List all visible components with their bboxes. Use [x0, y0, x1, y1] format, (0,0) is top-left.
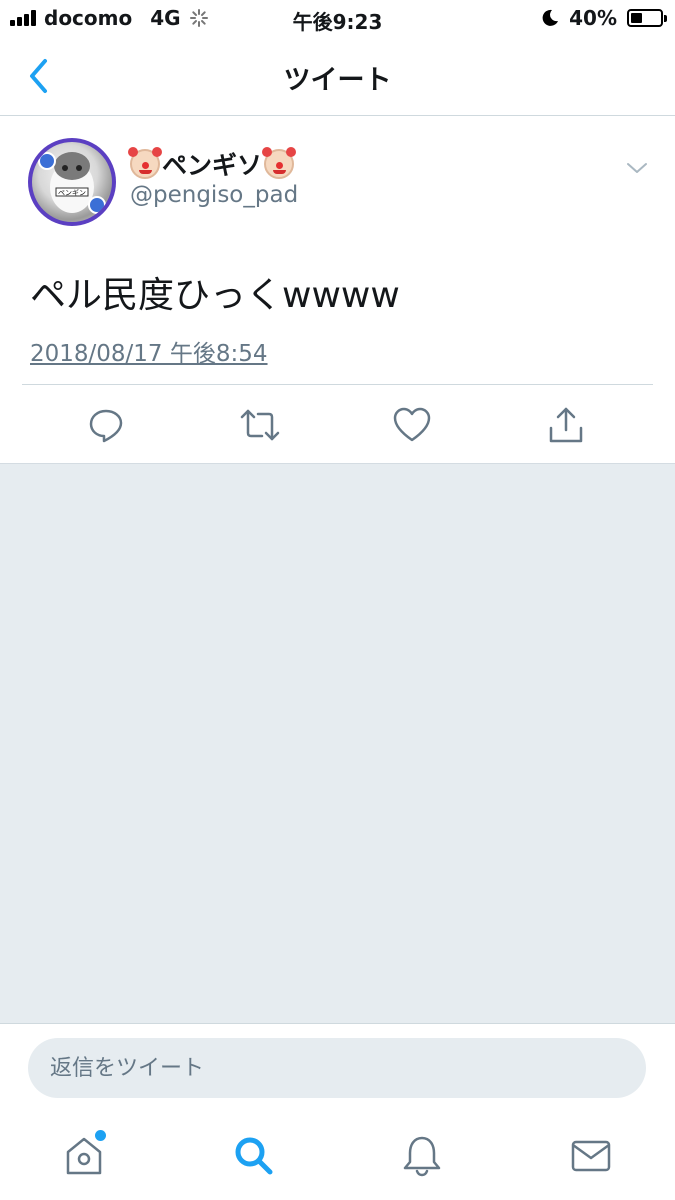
search-icon	[235, 1137, 273, 1175]
mail-icon	[571, 1140, 611, 1172]
avatar-image: ペンギン	[32, 142, 112, 222]
battery-icon	[627, 9, 667, 27]
more-options-button[interactable]	[625, 156, 649, 180]
battery-percent: 40%	[569, 6, 617, 30]
bell-icon	[403, 1136, 441, 1177]
clown-emoji-icon	[128, 147, 162, 179]
status-right: 40%	[541, 6, 667, 30]
retweet-button[interactable]	[240, 405, 280, 445]
nav-bar: ツイート	[0, 38, 675, 116]
tweet-actions	[0, 401, 675, 451]
reply-bar	[0, 1023, 675, 1119]
moon-icon	[542, 9, 559, 26]
reply-button[interactable]	[86, 405, 126, 445]
reply-input[interactable]	[28, 1038, 646, 1098]
share-button[interactable]	[546, 405, 586, 445]
notification-dot	[95, 1130, 106, 1141]
tweet-detail: ペンギン ペンギソ @pengiso_pad ペル民度ひっくwwww 2018/…	[0, 116, 675, 463]
tweet-text: ペル民度ひっくwwww	[30, 275, 400, 316]
page-title: ツイート	[283, 65, 392, 96]
retweet-icon	[240, 409, 280, 441]
user-handle[interactable]: @pengiso_pad	[130, 182, 298, 208]
status-bar: docomo 4G 午後9:23 40%	[0, 0, 675, 38]
home-icon	[66, 1137, 102, 1175]
tab-search[interactable]	[230, 1132, 278, 1180]
tab-bar	[0, 1118, 675, 1200]
svg-text:ペンギン: ペンギン	[58, 189, 86, 197]
tab-home[interactable]	[60, 1130, 108, 1180]
like-button[interactable]	[392, 405, 432, 445]
display-name[interactable]: ペンギソ	[128, 146, 297, 182]
share-icon	[549, 407, 583, 443]
tweet-timestamp[interactable]: 2018/08/17 午後8:54	[30, 334, 268, 368]
empty-replies-area	[0, 463, 675, 1024]
tab-messages[interactable]	[567, 1132, 615, 1180]
battery-fill	[631, 13, 643, 23]
clown-emoji-icon	[262, 147, 297, 179]
avatar[interactable]: ペンギン	[28, 138, 116, 226]
reply-icon	[89, 409, 123, 443]
heart-icon	[393, 407, 431, 442]
tab-notifications[interactable]	[398, 1132, 446, 1180]
chevron-down-icon	[627, 163, 647, 173]
display-name-text: ペンギソ	[162, 151, 263, 180]
divider	[22, 384, 653, 385]
